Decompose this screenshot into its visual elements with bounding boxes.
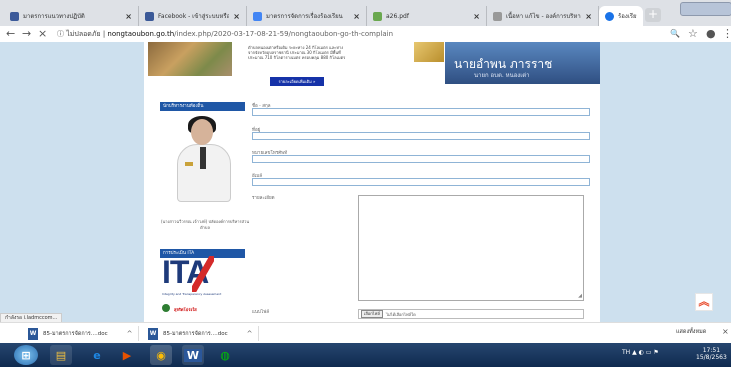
tab-3[interactable]: a26.pdf × xyxy=(367,6,487,26)
tab-title: ร้องเรียน/ร้องทุกข์ xyxy=(618,13,637,20)
ita-subtitle: Integrity and Transparency Assessment xyxy=(162,292,222,296)
tab-close-icon[interactable]: × xyxy=(585,12,592,21)
tab-4[interactable]: เนื้อหา แก้ไข - องค์การบริหาร × xyxy=(487,6,599,26)
tab-favicon-icon xyxy=(10,11,19,21)
word-doc-icon: W xyxy=(148,327,158,340)
address-bar: ← → × ⓘ ไม่ปลอดภัย | nongtaoubon.go.th/i… xyxy=(0,26,731,43)
media-player-icon[interactable]: ▶ xyxy=(116,345,138,365)
clock[interactable]: 17:51 15/8/2563 xyxy=(696,347,727,361)
download-name: 85-มาตรการจัดการ....doc xyxy=(43,330,108,337)
google-icon xyxy=(253,11,262,21)
detail-textarea[interactable]: ◢ xyxy=(358,195,584,301)
tab-2[interactable]: มาตรการจัดการเรื่องร้องเรียน × xyxy=(247,6,367,26)
security-label: ไม่ปลอดภัย xyxy=(66,30,101,38)
banner-image xyxy=(148,42,232,76)
chrome-icon[interactable]: ◉ xyxy=(150,345,172,365)
search-icon[interactable]: 🔍 xyxy=(670,27,680,41)
account-icon[interactable]: ● xyxy=(706,27,716,41)
resize-grip-icon[interactable]: ◢ xyxy=(578,293,582,299)
ita-slash-icon xyxy=(192,256,214,292)
tab-title: เนื้อหา แก้ไข - องค์การบริหาร xyxy=(506,13,582,20)
back-icon[interactable]: ← xyxy=(6,27,15,41)
download-name: 85-มาตรการจัดการ....doc xyxy=(163,330,228,337)
url-host: nongtaoubon.go.th xyxy=(107,30,175,38)
tab-favicon-icon xyxy=(605,11,614,21)
seal-text: สุจริตโปร่งใส xyxy=(174,307,197,312)
tab-0[interactable]: มาตรการแนวทางปฏิบัติ × xyxy=(4,6,139,26)
facebook-icon xyxy=(145,11,154,21)
file-status: ไม่ได้เลือกไฟล์ใด xyxy=(385,311,416,317)
name-field[interactable] xyxy=(252,108,590,116)
address-field[interactable] xyxy=(252,132,590,140)
url-path: /index.php/2020-03-17-08-21-59/nongtaoub… xyxy=(174,30,394,38)
official-photo xyxy=(163,114,243,204)
banner-text: ตำบลหนองเต่าหรือเดิม ระยะทาง 24 กิโลเมตร… xyxy=(248,45,346,60)
show-all-downloads-button[interactable]: แสดงทั้งหมด xyxy=(676,328,706,336)
tab-title: a26.pdf xyxy=(386,12,409,20)
tab-5-active[interactable]: ร้องเรียน/ร้องทุกข์ xyxy=(599,6,643,26)
tab-close-icon[interactable]: × xyxy=(473,12,480,21)
official-caption: (นางสาวฉวีวรรณ เจ้าวงษ์) ปลัดองค์การบริห… xyxy=(160,219,250,230)
more-details-button[interactable]: รายละเอียดเพิ่มเติม » xyxy=(270,77,324,86)
main-content: ตำบลหนองเต่าหรือเดิม ระยะทาง 24 กิโลเมตร… xyxy=(144,42,600,322)
chevron-up-icon[interactable]: ^ xyxy=(127,330,133,338)
menu-icon[interactable]: ⋮ xyxy=(722,27,731,41)
page-viewport: ตำบลหนองเต่าหรือเดิม ระยะทาง 24 กิโลเมตร… xyxy=(0,42,731,322)
tab-close-icon[interactable]: × xyxy=(353,12,360,21)
window-controls[interactable] xyxy=(680,2,731,16)
new-tab-button[interactable]: + xyxy=(645,8,661,22)
tab-1[interactable]: Facebook - เข้าสู่ระบบหรือ × xyxy=(139,6,247,26)
clock-time: 17:51 xyxy=(702,347,721,354)
star-icon[interactable]: ☆ xyxy=(688,27,698,41)
file-label: แนบไฟล์ xyxy=(252,310,270,315)
tab-close-icon[interactable]: × xyxy=(233,12,240,21)
tab-title: Facebook - เข้าสู่ระบบหรือ xyxy=(158,13,230,20)
tab-strip: มาตรการแนวทางปฏิบัติ × Facebook - เข้าสู… xyxy=(0,0,731,26)
ita-logo[interactable]: ITA Integrity and Transparency Assessmen… xyxy=(162,254,228,300)
tab-close-icon[interactable]: × xyxy=(125,12,132,21)
word-doc-icon: W xyxy=(28,327,38,340)
start-button-icon[interactable]: ⊞ xyxy=(14,345,38,365)
tab-title: มาตรการจัดการเรื่องร้องเรียน xyxy=(266,13,343,20)
phone-field[interactable] xyxy=(252,155,590,163)
clock-date: 15/8/2563 xyxy=(696,354,727,361)
url-field[interactable]: ⓘ ไม่ปลอดภัย | nongtaoubon.go.th/index.p… xyxy=(57,28,393,40)
forward-icon[interactable]: → xyxy=(22,27,31,41)
mayor-title: นายก อบต. หนองเต่า xyxy=(474,72,530,79)
email-field[interactable] xyxy=(252,178,590,186)
file-input[interactable]: เลือกไฟล์ ไม่ได้เลือกไฟล์ใด xyxy=(358,309,584,319)
sidebar-header-administrator: นักบริหารงานท้องถิ่น xyxy=(160,102,245,111)
tab-title: มาตรการแนวทางปฏิบัติ xyxy=(23,13,85,20)
detail-label: รายละเอียด xyxy=(252,196,275,201)
close-download-bar-icon[interactable]: × xyxy=(722,327,729,336)
chevron-up-icon[interactable]: ^ xyxy=(247,330,253,338)
scroll-top-icon[interactable]: ︽ xyxy=(695,293,713,311)
ie-icon[interactable]: e xyxy=(86,345,108,365)
stop-icon[interactable]: × xyxy=(38,27,47,41)
choose-file-button[interactable]: เลือกไฟล์ xyxy=(361,310,383,318)
system-tray[interactable]: TH ▲ ◐ ▭ ⚑ xyxy=(622,349,659,356)
seal-icon xyxy=(162,304,170,312)
download-bar: W 85-มาตรการจัดการ....doc ^ W 85-มาตรการ… xyxy=(0,322,731,344)
taskbar: ⊞ ▤ e ▶ ◉ W ◍ TH ▲ ◐ ▭ ⚑ 17:51 15/8/2563 xyxy=(0,343,731,367)
tab-favicon-icon xyxy=(493,11,502,21)
explorer-icon[interactable]: ▤ xyxy=(50,345,72,365)
pdf-icon xyxy=(373,11,382,21)
word-icon[interactable]: W xyxy=(182,345,204,365)
banner-decoration xyxy=(414,42,444,62)
download-item[interactable]: W 85-มาตรการจัดการ....doc ^ xyxy=(28,326,133,341)
info-icon[interactable]: ⓘ xyxy=(57,30,64,38)
download-item[interactable]: W 85-มาตรการจัดการ....doc ^ xyxy=(148,326,253,341)
line-icon[interactable]: ◍ xyxy=(214,345,236,365)
